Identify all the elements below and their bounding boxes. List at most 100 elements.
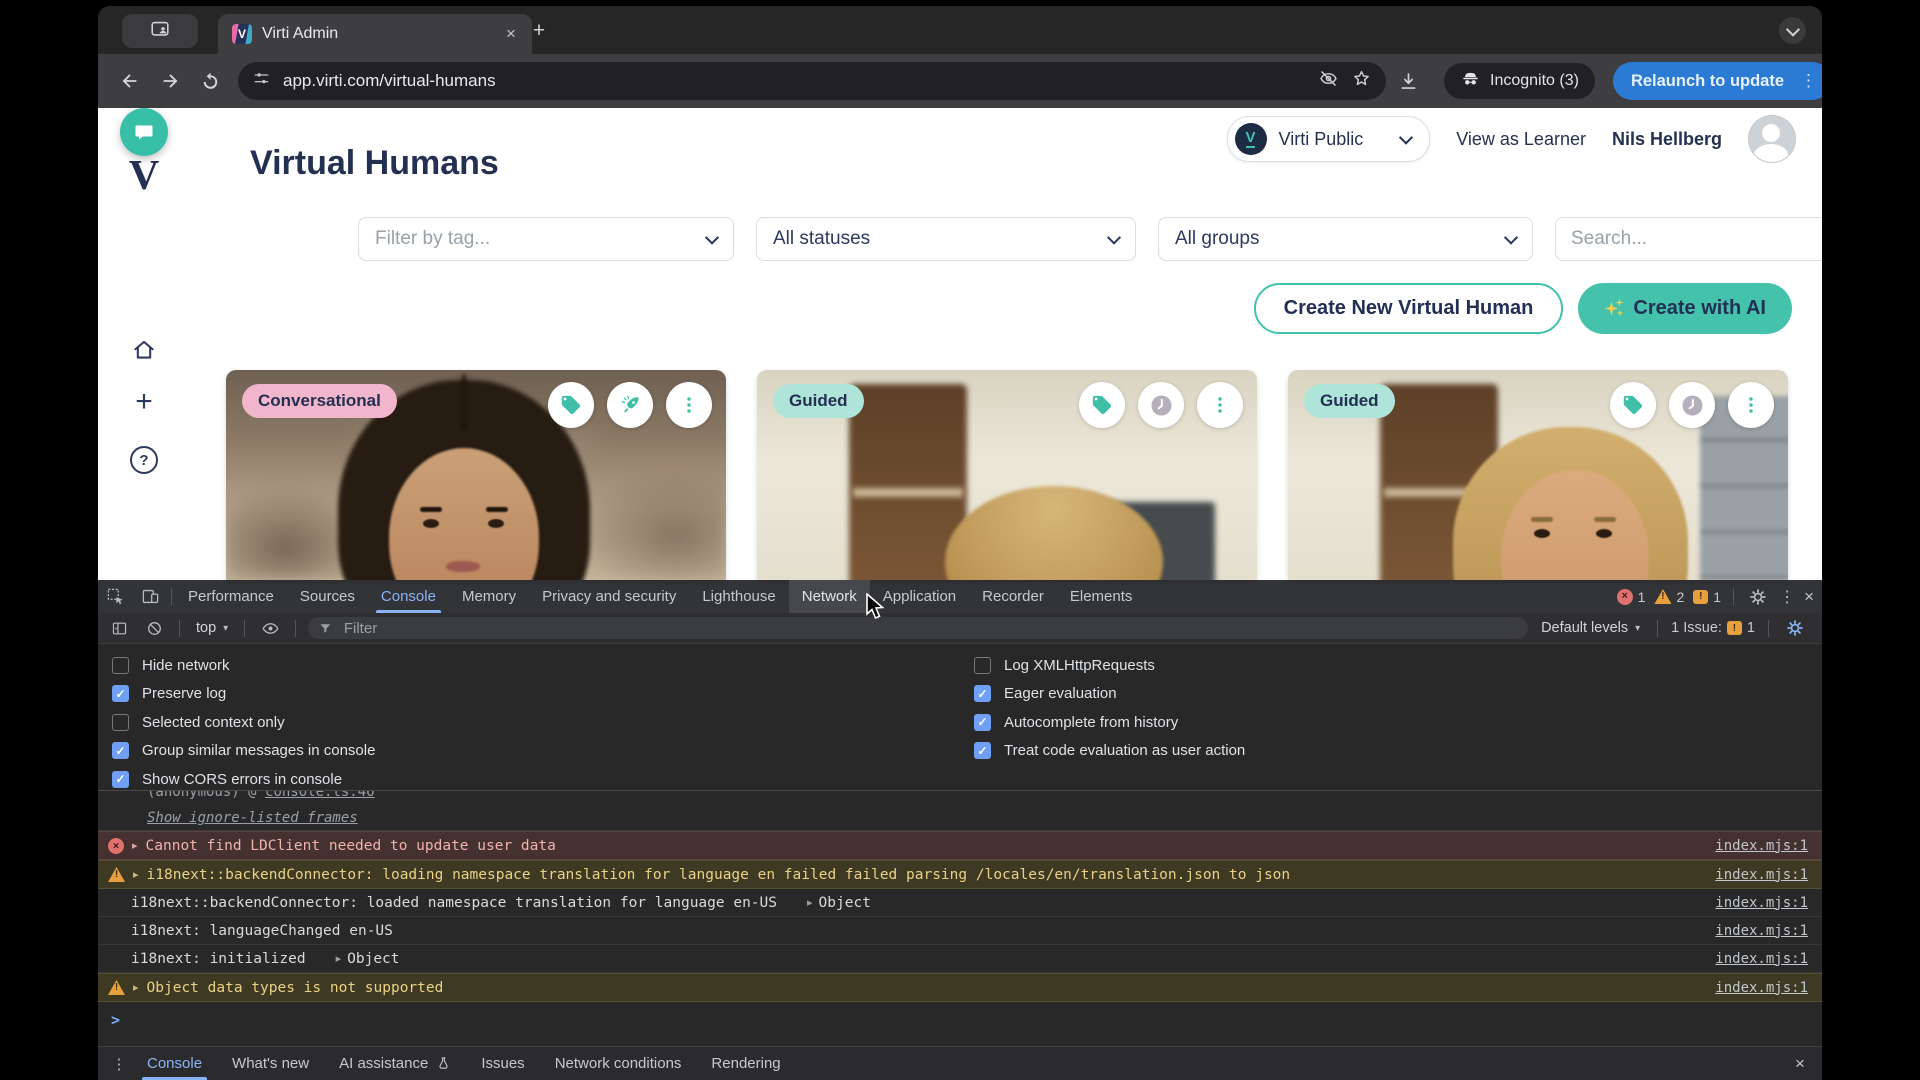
drawer-close-button[interactable]: × (1786, 1054, 1814, 1074)
create-with-ai-button[interactable]: Create with AI (1578, 283, 1792, 334)
chrome-menu-kebab-icon[interactable]: ⋮ (1794, 71, 1822, 91)
drawer-tab-what-s-new[interactable]: What's new (217, 1047, 324, 1080)
site-settings-tune-icon[interactable] (252, 69, 271, 93)
tag-button[interactable] (1610, 382, 1656, 428)
organization-selector[interactable]: V Virti Public (1227, 116, 1431, 162)
devtools-tab-privacy-and-security[interactable]: Privacy and security (529, 580, 689, 613)
console-message-error[interactable]: ×▸Cannot find LDClient needed to update … (98, 831, 1822, 860)
devtools-tab-elements[interactable]: Elements (1057, 580, 1146, 613)
back-button[interactable] (112, 63, 148, 99)
source-link[interactable]: index.mjs:1 (1695, 867, 1808, 883)
forward-button[interactable] (152, 63, 188, 99)
console-message-log[interactable]: i18next: languageChanged en-USindex.mjs:… (98, 917, 1822, 945)
browser-tab[interactable]: V Virti Admin × (218, 14, 532, 54)
checkbox-checked-icon[interactable]: ✓ (112, 685, 129, 702)
support-chat-button[interactable] (120, 108, 168, 156)
console-message-warn[interactable]: ▸Object data types is not supportedindex… (98, 973, 1822, 1002)
source-link[interactable]: index.mjs:1 (1695, 895, 1808, 911)
incognito-indicator[interactable]: Incognito (3) (1444, 63, 1595, 99)
create-new-virtual-human-button[interactable]: Create New Virtual Human (1254, 283, 1564, 334)
expand-caret-icon[interactable]: ▸ (133, 868, 139, 881)
log-levels-selector[interactable]: Default levels▾ (1537, 620, 1644, 636)
console-message-warn[interactable]: ▸i18next::backendConnector: loading name… (98, 860, 1822, 889)
drawer-tab-issues[interactable]: Issues (466, 1047, 539, 1080)
incognito-profile-button[interactable] (122, 14, 198, 48)
drawer-tab-rendering[interactable]: Rendering (696, 1047, 795, 1080)
drawer-tab-network-conditions[interactable]: Network conditions (540, 1047, 697, 1080)
checkbox-checked-icon[interactable]: ✓ (974, 742, 991, 759)
expand-caret-icon[interactable]: ▸ (132, 839, 138, 852)
devtools-tab-network[interactable]: Network (789, 580, 870, 613)
expand-caret-icon[interactable]: ▸ (336, 952, 342, 965)
setting-treat-code-evaluation-as-user-action[interactable]: ✓Treat code evaluation as user action (974, 737, 1245, 766)
kebab-button[interactable] (1728, 382, 1774, 428)
devtools-tab-console[interactable]: Console (368, 580, 449, 613)
kebab-button[interactable] (666, 382, 712, 428)
devtools-tab-application[interactable]: Application (870, 580, 969, 613)
view-as-learner-link[interactable]: View as Learner (1456, 129, 1586, 150)
source-link[interactable]: index.mjs:1 (1695, 923, 1808, 939)
setting-group-similar-messages-in-console[interactable]: ✓Group similar messages in console (112, 737, 375, 766)
object-preview[interactable]: ▸Object (807, 895, 871, 911)
reload-button[interactable] (192, 63, 228, 99)
checkbox-checked-icon[interactable]: ✓ (974, 685, 991, 702)
eye-off-icon[interactable] (1318, 68, 1339, 94)
console-context-selector[interactable]: top▾ (192, 620, 232, 636)
checkbox-unchecked-icon[interactable] (112, 657, 129, 674)
devtools-close-button[interactable]: × (1804, 587, 1814, 607)
clock-button[interactable] (1669, 382, 1715, 428)
devtools-tab-lighthouse[interactable]: Lighthouse (689, 580, 788, 613)
console-sidebar-toggle[interactable] (106, 616, 132, 640)
setting-hide-network[interactable]: Hide network (112, 651, 375, 680)
virtual-human-card-3[interactable]: Guided (1288, 370, 1788, 580)
home-nav-button[interactable] (129, 335, 159, 365)
console-filter-box[interactable] (308, 617, 1528, 639)
device-toolbar-button[interactable] (133, 580, 168, 613)
issues-count[interactable]: !1 (1693, 589, 1721, 605)
rocket-button[interactable] (607, 382, 653, 428)
devtools-tab-memory[interactable]: Memory (449, 580, 529, 613)
error-count[interactable]: ×1 (1617, 589, 1646, 605)
clear-console-button[interactable] (141, 616, 167, 640)
devtools-tab-recorder[interactable]: Recorder (969, 580, 1057, 613)
user-avatar[interactable] (1748, 115, 1796, 163)
checkbox-checked-icon[interactable]: ✓ (112, 742, 129, 759)
issues-link[interactable]: 1 Issue:!1 (1671, 620, 1755, 636)
bookmark-star-icon[interactable] (1351, 68, 1372, 94)
status-filter-select[interactable]: All statuses (756, 217, 1136, 261)
tag-filter-select[interactable]: Filter by tag... (358, 217, 734, 261)
console-message-log[interactable]: i18next::backendConnector: loaded namesp… (98, 889, 1822, 917)
console-settings-button[interactable] (1782, 616, 1808, 640)
checkbox-checked-icon[interactable]: ✓ (112, 771, 129, 788)
address-bar[interactable]: app.virti.com/virtual-humans (238, 62, 1386, 100)
tab-search-button[interactable] (1779, 17, 1806, 44)
relaunch-button[interactable]: Relaunch to update ⋮ (1613, 62, 1822, 100)
checkbox-checked-icon[interactable]: ✓ (974, 714, 991, 731)
virtual-human-card-2[interactable]: Guided (757, 370, 1257, 580)
console-message-log[interactable]: i18next: initialized▸Objectindex.mjs:1 (98, 945, 1822, 973)
help-nav-button[interactable]: ? (129, 445, 159, 475)
drawer-tab-console[interactable]: Console (132, 1047, 217, 1080)
warning-count[interactable]: 2 (1654, 589, 1684, 605)
console-filter-input[interactable] (342, 619, 1518, 638)
source-link[interactable]: index.mjs:1 (1695, 980, 1808, 996)
download-button[interactable] (1390, 63, 1426, 99)
inspect-element-button[interactable] (98, 580, 133, 613)
checkbox-unchecked-icon[interactable] (112, 714, 129, 731)
devtools-menu-kebab-icon[interactable]: ⋮ (1779, 587, 1795, 607)
setting-preserve-log[interactable]: ✓Preserve log (112, 680, 375, 709)
devtools-tab-performance[interactable]: Performance (175, 580, 287, 613)
group-filter-select[interactable]: All groups (1158, 217, 1533, 261)
setting-show-cors-errors-in-console[interactable]: ✓Show CORS errors in console (112, 765, 375, 794)
expand-caret-icon[interactable]: ▸ (133, 981, 139, 994)
live-expression-button[interactable] (257, 616, 283, 640)
setting-selected-context-only[interactable]: Selected context only (112, 708, 375, 737)
url-text[interactable]: app.virti.com/virtual-humans (283, 71, 1306, 91)
tag-button[interactable] (1079, 382, 1125, 428)
tag-button[interactable] (548, 382, 594, 428)
virti-logo[interactable]: V (129, 152, 159, 200)
setting-autocomplete-from-history[interactable]: ✓Autocomplete from history (974, 708, 1245, 737)
new-tab-button[interactable]: + (526, 18, 552, 44)
show-ignore-listed-frames-link[interactable]: Show ignore-listed frames (147, 810, 358, 826)
clock-button[interactable] (1138, 382, 1184, 428)
